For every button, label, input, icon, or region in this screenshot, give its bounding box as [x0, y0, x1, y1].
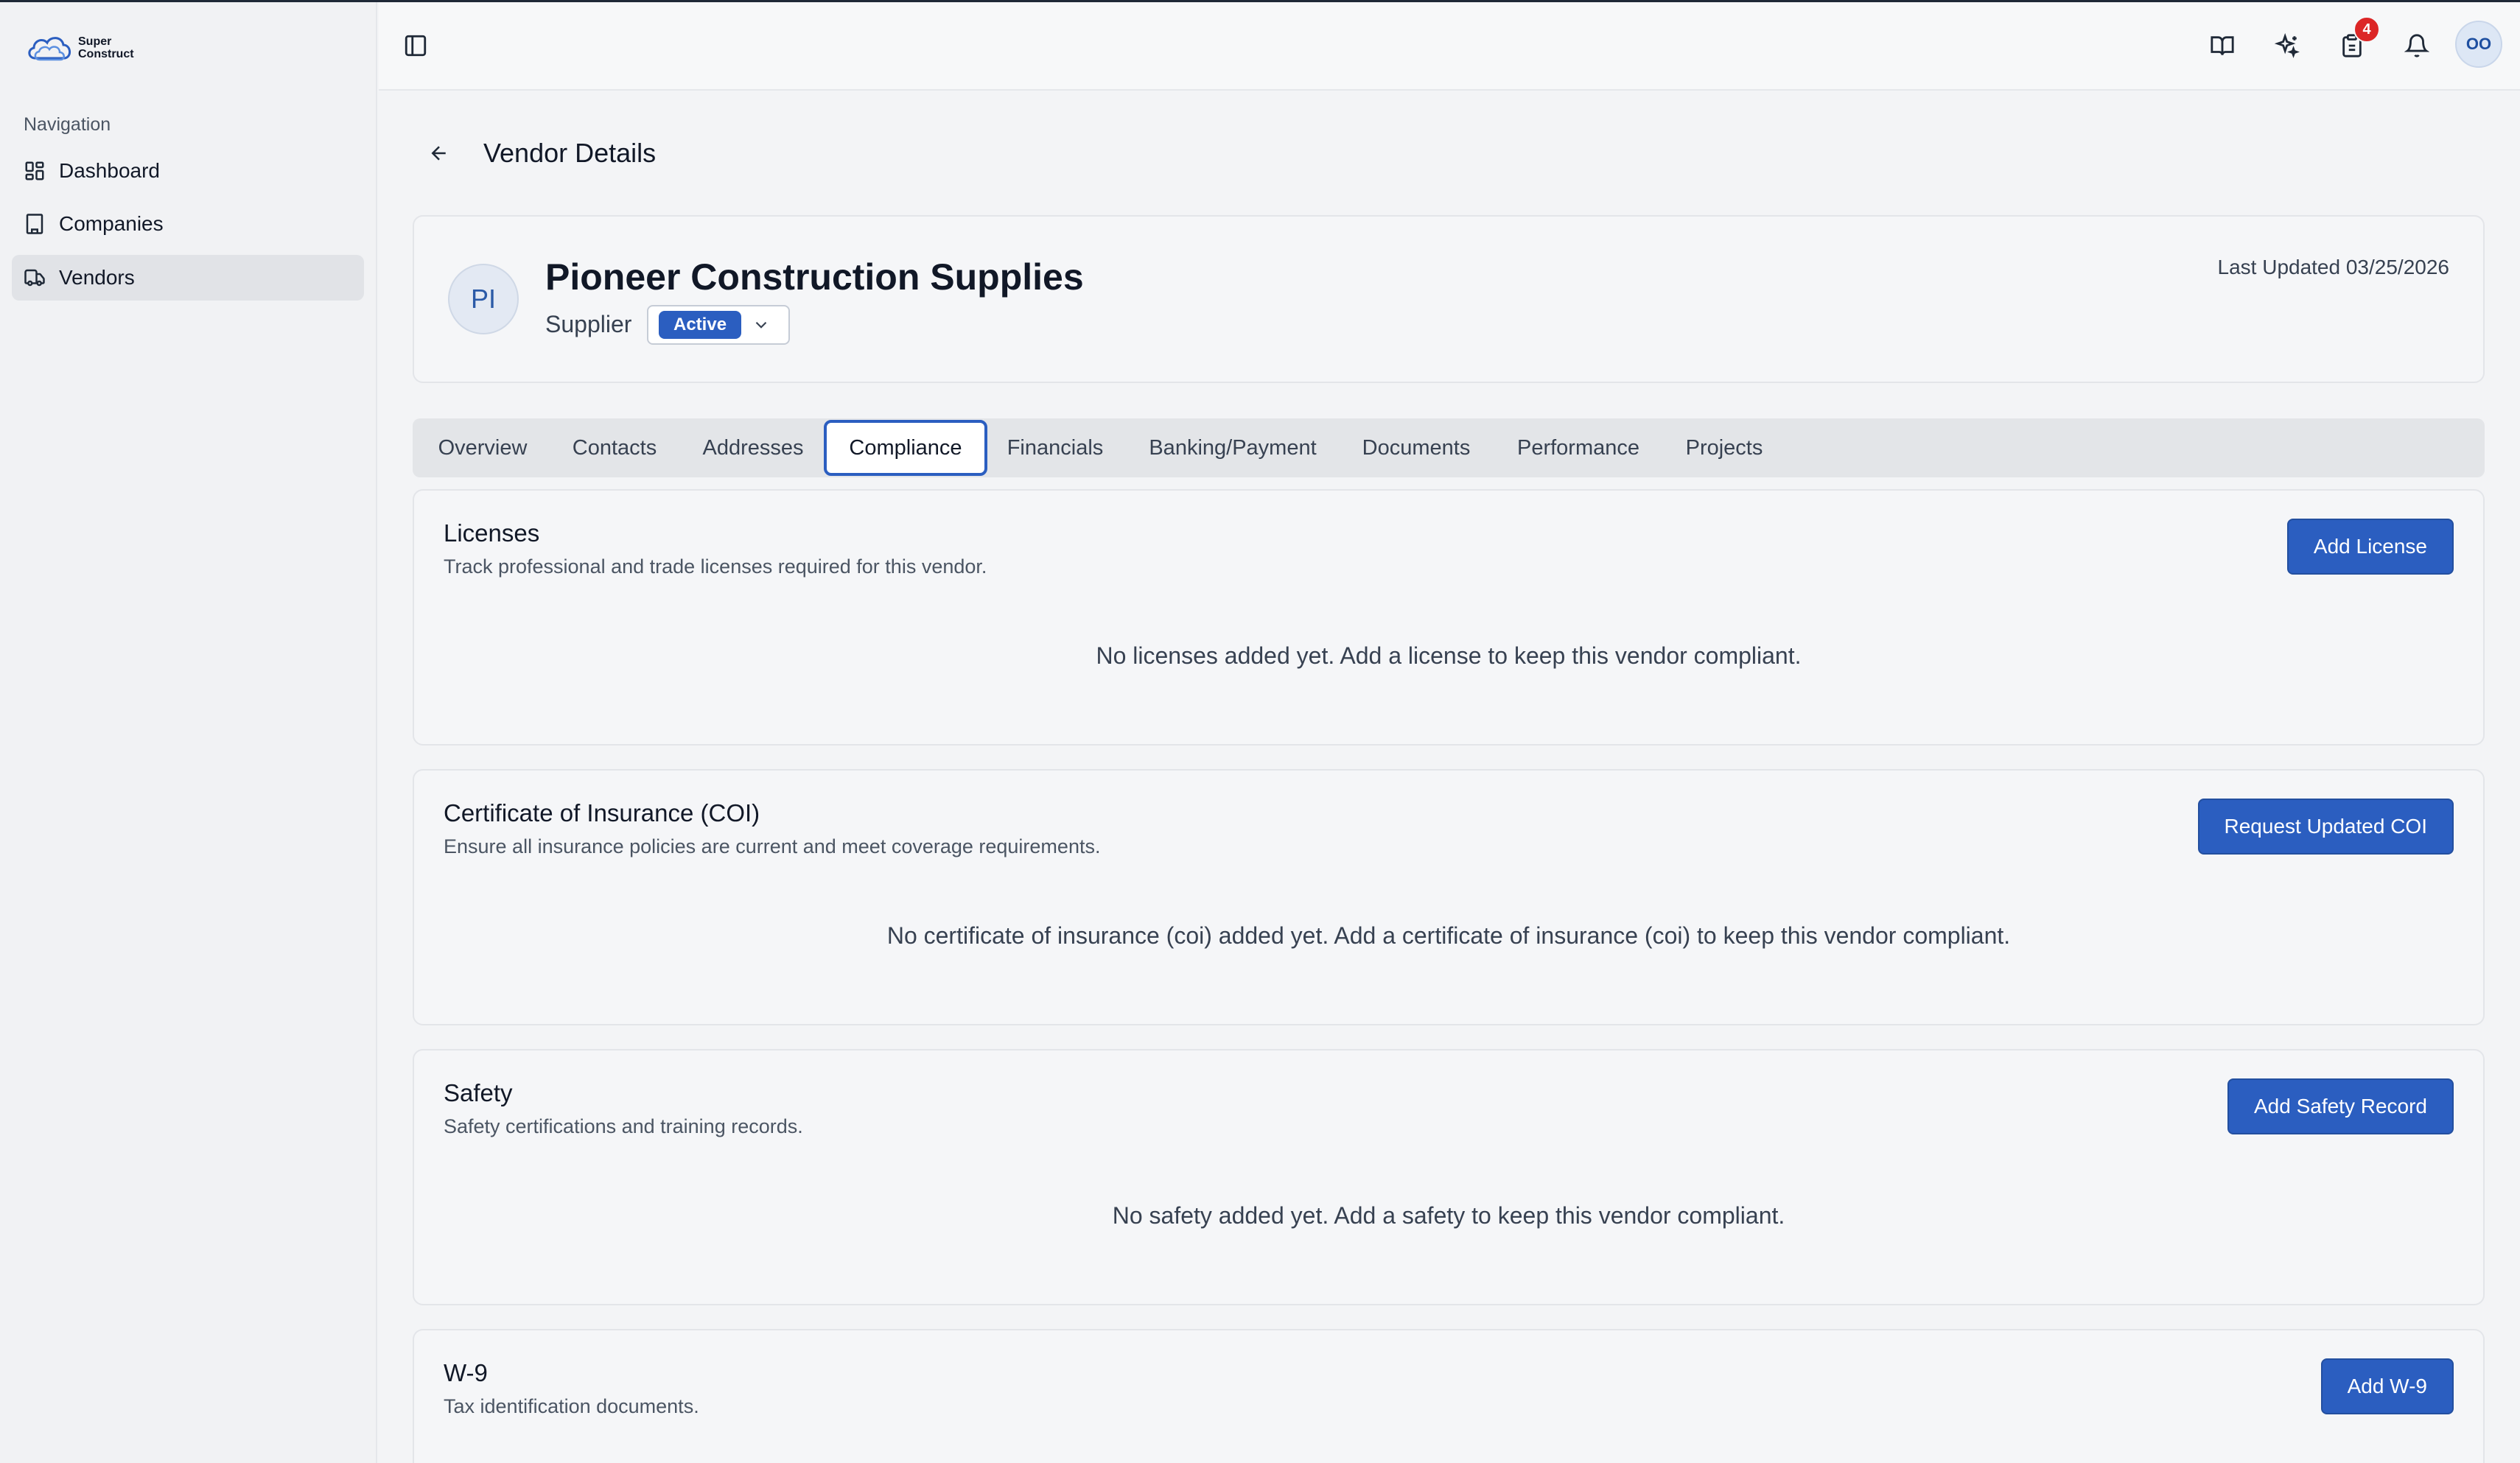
brand-name: Super Construct [78, 35, 134, 60]
sparkles-icon [2275, 33, 2300, 58]
empty-state-text: No licenses added yet. Add a license to … [1096, 642, 1802, 669]
tab-banking-payment[interactable]: Banking/Payment [1133, 418, 1332, 477]
w9-section: W-9 Tax identification documents. Add W-… [413, 1329, 2485, 1463]
tab-performance[interactable]: Performance [1503, 418, 1653, 477]
user-avatar[interactable]: OO [2455, 21, 2502, 68]
last-updated: Last Updated 03/25/2026 [2217, 256, 2449, 278]
building-icon [26, 214, 43, 234]
sidebar-toggle-button[interactable] [393, 24, 438, 68]
section-title: Safety [444, 1079, 513, 1106]
sidebar-item-label: Companies [59, 212, 164, 235]
tab-compliance[interactable]: Compliance [824, 420, 987, 476]
section-description: Ensure all insurance policies are curren… [444, 835, 1101, 857]
book-icon [2211, 36, 2234, 56]
nav-heading: Navigation [24, 114, 111, 135]
add-license-button[interactable]: Add License [2286, 519, 2454, 575]
tab-overview-label[interactable]: Overview [421, 418, 544, 477]
arrow-left-icon [431, 146, 446, 161]
sidebar-item-companies[interactable]: Companies [12, 201, 364, 247]
notifications-button[interactable] [2395, 24, 2439, 68]
sidebar-toggle-icon [405, 35, 427, 57]
docs-button[interactable] [2200, 24, 2244, 68]
section-description: Safety certifications and training recor… [444, 1115, 803, 1137]
section-description: Track professional and trade licenses re… [444, 555, 987, 578]
vendor-avatar: PI [448, 264, 519, 334]
tab-documents[interactable]: Documents [1350, 418, 1483, 477]
top-header [379, 2, 2520, 91]
add-w9-button[interactable]: Add W-9 [2320, 1358, 2454, 1414]
bell-icon [2404, 34, 2429, 57]
cloud-logo-icon [28, 37, 71, 61]
tab-contacts-label[interactable]: Contacts [557, 418, 672, 477]
section-description: Tax identification documents. [444, 1395, 699, 1417]
status-badge: Active [659, 311, 742, 339]
brand-logo[interactable]: Super Construct [25, 29, 134, 67]
add-safety-record-button[interactable]: Add Safety Record [2227, 1078, 2454, 1134]
status-dropdown[interactable]: Active [647, 305, 790, 345]
tab-financials[interactable]: Financials [996, 418, 1114, 477]
section-title: Licenses [444, 519, 540, 547]
dashboard-icon [25, 161, 44, 180]
empty-state-text: No safety added yet. Add a safety to kee… [1112, 1202, 1785, 1229]
licenses-section: Licenses Track professional and trade li… [413, 489, 2485, 745]
sidebar: Super Construct Navigation Dashboard Com… [0, 2, 377, 1463]
page-title: Vendor Details [483, 138, 657, 168]
section-title: Certificate of Insurance (COI) [444, 799, 760, 827]
tab-projects[interactable]: Projects [1673, 418, 1776, 477]
tasks-count-badge: 4 [2353, 16, 2380, 43]
back-button[interactable] [420, 137, 458, 169]
sidebar-item-dashboard[interactable]: Dashboard [12, 148, 364, 194]
tab-addresses[interactable]: Addresses [688, 418, 818, 477]
sidebar-item-label: Dashboard [59, 159, 160, 182]
empty-state-text: No certificate of insurance (coi) added … [886, 922, 2011, 949]
sidebar-item-label: Vendors [59, 266, 135, 289]
section-title: W-9 [444, 1359, 488, 1386]
vendor-name: Pioneer Construction Supplies [545, 256, 1084, 298]
vendor-type: Supplier [545, 311, 632, 337]
coi-section: Certificate of Insurance (COI) Ensure al… [413, 769, 2485, 1025]
safety-section: Safety Safety certifications and trainin… [413, 1049, 2485, 1305]
vendor-summary-card: PI Pioneer Construction Supplies Supplie… [413, 215, 2485, 383]
chevron-down-icon [755, 321, 767, 329]
ai-assistant-button[interactable] [2265, 24, 2309, 68]
truck-icon [24, 269, 45, 287]
request-updated-coi-button[interactable]: Request Updated COI [2197, 799, 2454, 855]
sidebar-item-vendors[interactable]: Vendors [12, 255, 364, 301]
